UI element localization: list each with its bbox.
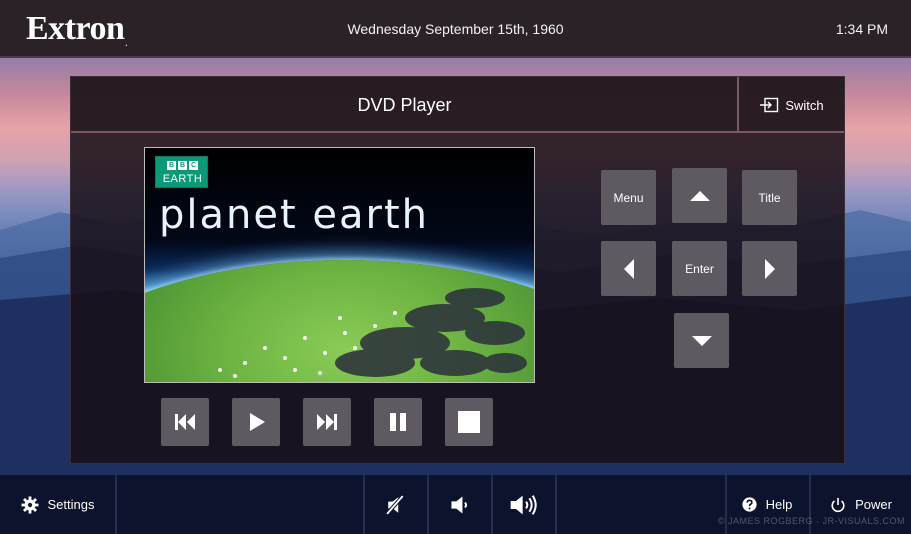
play-button[interactable]	[232, 398, 280, 446]
panel-header: DVD Player Switch	[71, 77, 844, 133]
menu-button[interactable]: Menu	[601, 170, 656, 225]
top-bar: Extron. Wednesday September 15th, 1960 1…	[0, 0, 911, 58]
bbc-letter: B	[167, 161, 176, 170]
transport-controls	[161, 398, 493, 446]
pause-icon	[390, 413, 406, 431]
help-icon	[742, 497, 757, 512]
bbc-letter: C	[189, 161, 198, 170]
footer-divider	[555, 475, 557, 534]
title-button[interactable]: Title	[742, 170, 797, 225]
power-icon	[831, 497, 845, 512]
switch-label: Switch	[785, 97, 824, 113]
volume-down-icon	[451, 495, 468, 514]
arrow-right-icon	[764, 258, 775, 279]
arrow-left-icon	[623, 258, 634, 279]
footer-divider	[115, 475, 117, 534]
left-button[interactable]	[601, 241, 656, 296]
stop-button[interactable]	[445, 398, 493, 446]
enter-button[interactable]: Enter	[672, 241, 727, 296]
volume-up-icon	[510, 494, 537, 515]
pause-button[interactable]	[374, 398, 422, 446]
bbc-earth-label: EARTH	[162, 173, 203, 185]
right-button[interactable]	[742, 241, 797, 296]
gear-icon	[21, 496, 38, 513]
mute-icon	[386, 494, 405, 515]
volume-up-button[interactable]	[493, 475, 555, 534]
skip-back-icon	[175, 414, 195, 430]
arrow-up-icon	[689, 190, 710, 201]
down-button[interactable]	[674, 313, 729, 368]
bbc-earth-badge: B B C EARTH	[155, 156, 208, 188]
up-button[interactable]	[672, 168, 727, 223]
bbc-letter: B	[178, 161, 187, 170]
arrow-down-icon	[691, 335, 712, 346]
navigation-pad: Menu Title Enter	[601, 168, 797, 368]
mute-button[interactable]	[365, 475, 427, 534]
stop-icon	[458, 411, 480, 433]
current-time: 1:34 PM	[835, 21, 888, 37]
photo-credit: © JAMES ROGBERG · JR-VISUALS.COM	[717, 516, 905, 526]
video-preview: B B C EARTH planet earth	[144, 147, 535, 383]
source-title: DVD Player	[357, 95, 452, 115]
switch-icon	[760, 97, 779, 113]
skip-forward-icon	[317, 414, 337, 430]
skip-forward-button[interactable]	[303, 398, 351, 446]
volume-down-button[interactable]	[429, 475, 491, 534]
power-label: Power	[855, 497, 892, 512]
switch-source-button[interactable]: Switch	[737, 77, 844, 133]
skip-back-button[interactable]	[161, 398, 209, 446]
source-panel: DVD Player Switch B B C EARTH planet ear…	[70, 76, 845, 464]
current-date: Wednesday September 15th, 1960	[347, 21, 564, 37]
play-icon	[250, 413, 265, 431]
settings-label: Settings	[47, 497, 95, 512]
help-label: Help	[765, 497, 793, 512]
settings-button[interactable]: Settings	[0, 475, 115, 534]
video-title: planet earth	[159, 192, 429, 238]
